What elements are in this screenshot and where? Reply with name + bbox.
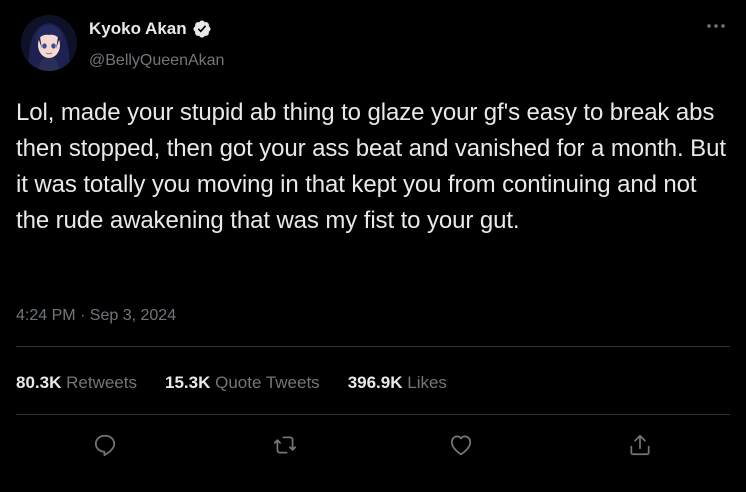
retweets-label: Retweets — [66, 373, 137, 392]
more-dots-icon — [707, 24, 725, 28]
retweets-stat[interactable]: 80.3K Retweets — [16, 373, 137, 393]
verified-badge-icon — [193, 20, 211, 38]
tweet-timestamp[interactable]: 4:24 PM · Sep 3, 2024 — [16, 306, 176, 326]
divider — [16, 414, 730, 415]
quote-tweets-count: 15.3K — [164, 373, 211, 392]
author-name-row: Kyoko Akan — [89, 19, 212, 39]
retweet-button[interactable] — [270, 430, 300, 460]
more-options-button[interactable] — [704, 14, 728, 38]
avatar[interactable] — [21, 15, 77, 71]
likes-label: Likes — [407, 373, 447, 392]
display-name[interactable]: Kyoko Akan — [89, 19, 187, 39]
share-button[interactable] — [625, 430, 655, 460]
tweet-text: Lol, made your stupid ab thing to glaze … — [16, 99, 726, 234]
likes-stat[interactable]: 396.9K Likes — [348, 373, 447, 393]
reply-icon — [94, 434, 116, 456]
engagement-stats: 80.3K Retweets 15.3K Quote Tweets 396.9K… — [16, 373, 475, 393]
divider — [16, 346, 730, 347]
action-bar — [0, 430, 746, 464]
author-handle[interactable]: @BellyQueenAkan — [89, 51, 224, 71]
retweets-count: 80.3K — [16, 373, 62, 392]
likes-count: 396.9K — [347, 373, 403, 392]
quote-tweets-label: Quote Tweets — [215, 373, 320, 392]
tweet-card: Kyoko Akan @BellyQueenAkan Lol, made you… — [0, 0, 746, 492]
share-icon — [630, 434, 650, 456]
anime-character-avatar-icon — [21, 15, 77, 71]
reply-button[interactable] — [90, 430, 120, 460]
retweet-icon — [273, 436, 297, 454]
like-button[interactable] — [446, 430, 476, 460]
like-icon — [450, 435, 472, 456]
quote-tweets-stat[interactable]: 15.3K Quote Tweets — [165, 373, 320, 393]
